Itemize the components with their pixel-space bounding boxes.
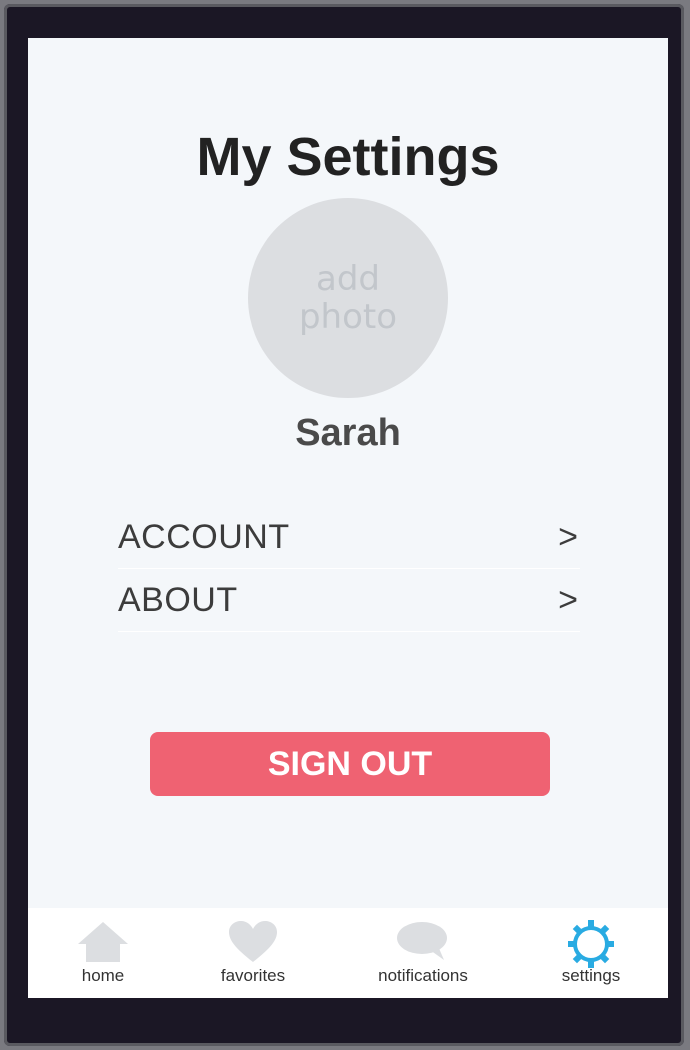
tab-settings[interactable]: settings [516,908,666,998]
home-icon [76,920,130,969]
user-name: Sarah [295,412,401,454]
sign-out-button[interactable]: SIGN OUT [150,732,550,796]
heart-icon [227,920,279,969]
chat-bubble-icon [396,920,450,969]
tab-notifications[interactable]: notifications [348,908,498,998]
menu-item-account[interactable]: ACCOUNT > [118,506,580,569]
page-title: My Settings [196,127,500,187]
add-photo-avatar[interactable]: add photo [248,198,448,398]
menu-item-about[interactable]: ABOUT > [118,569,580,632]
chevron-right-icon: > [558,580,578,619]
device-frame: My Settings add photo Sarah ACCOUNT > AB… [4,4,684,1046]
settings-menu: ACCOUNT > ABOUT > [118,506,580,632]
menu-item-label: ABOUT [118,580,238,619]
tab-home[interactable]: home [28,908,178,998]
tab-label: settings [561,966,621,985]
tab-label: favorites [220,966,286,985]
settings-screen: My Settings add photo Sarah ACCOUNT > AB… [28,38,668,998]
menu-item-label: ACCOUNT [118,517,290,556]
tab-label: notifications [378,966,468,985]
avatar-placeholder-text: add photo [298,259,398,337]
tab-label: home [81,966,125,985]
tab-favorites[interactable]: favorites [178,908,328,998]
chevron-right-icon: > [558,517,578,556]
bottom-tab-bar: home favorites notifications settings [28,908,668,998]
